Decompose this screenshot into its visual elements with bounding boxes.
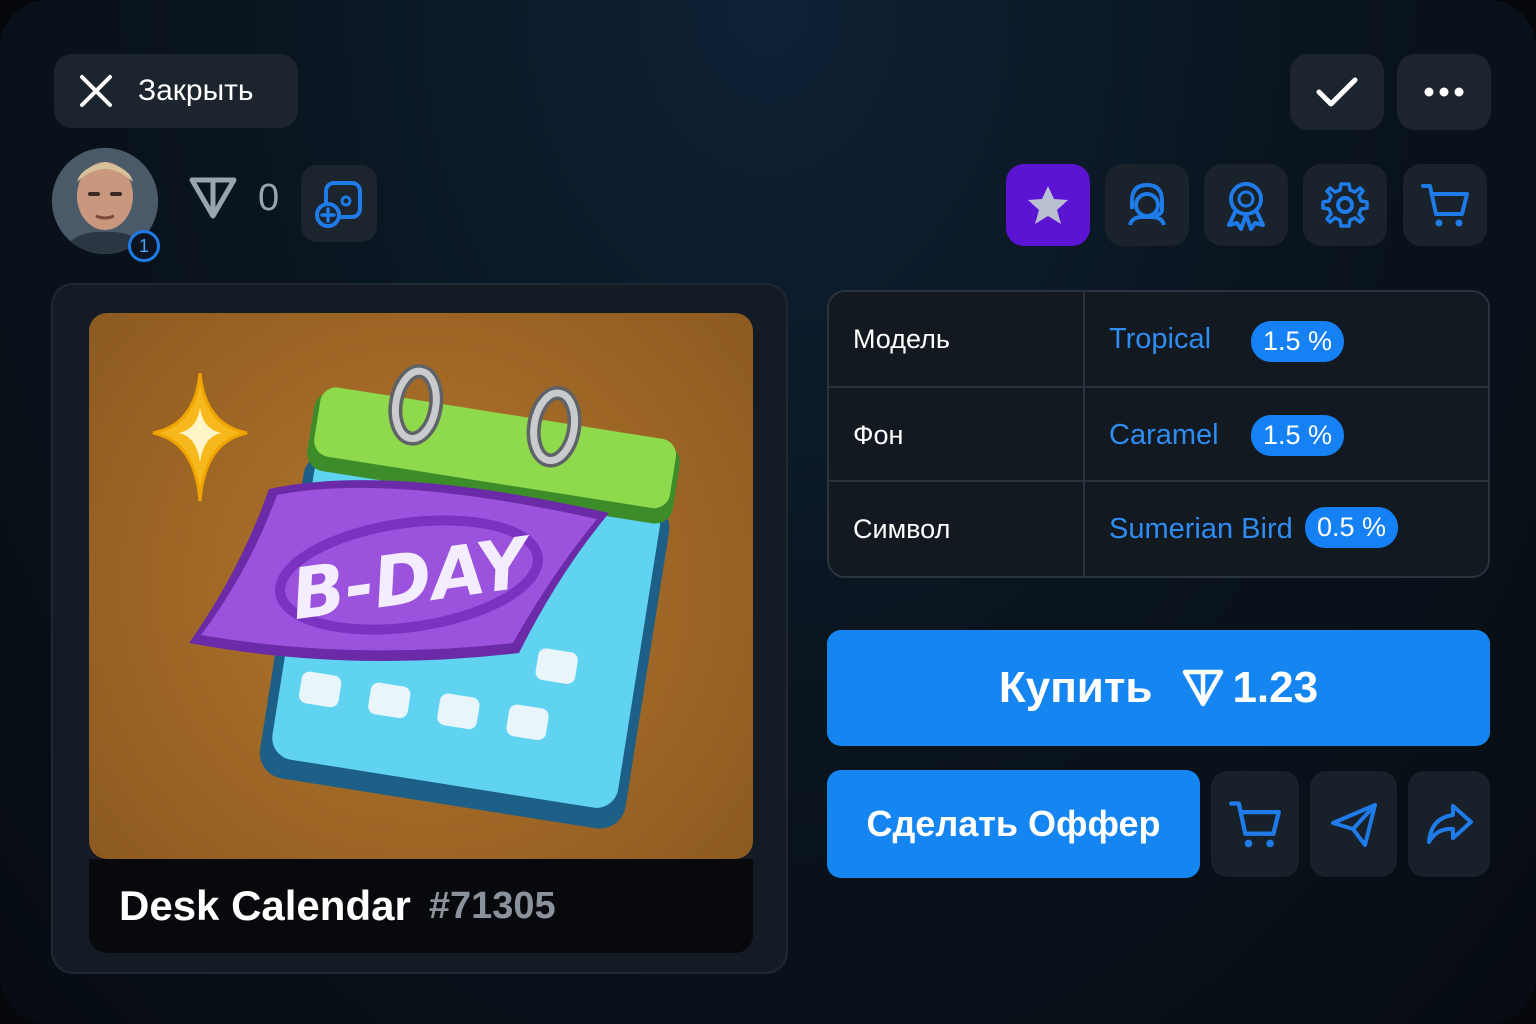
close-button[interactable]: Закрыть: [54, 54, 298, 128]
ton-icon: [189, 177, 237, 219]
award-icon: [1227, 182, 1265, 231]
attribute-key: Модель: [829, 292, 1085, 386]
make-offer-button[interactable]: Сделать Оффер: [827, 770, 1200, 878]
attribute-key: Фон: [829, 388, 1085, 482]
support-icon: [1128, 182, 1166, 226]
send-button[interactable]: [1310, 771, 1397, 877]
ton-balance-value: 0: [258, 176, 280, 219]
share-button[interactable]: [1408, 771, 1490, 877]
attribute-value-cell: Caramel 1.5 %: [1085, 388, 1488, 482]
support-button[interactable]: [1105, 164, 1189, 246]
attribute-value[interactable]: Sumerian Bird: [1109, 513, 1293, 546]
attribute-value[interactable]: Tropical: [1109, 323, 1211, 356]
buy-button[interactable]: Купить 1.23: [827, 630, 1490, 746]
attribute-value[interactable]: Caramel: [1109, 419, 1219, 452]
rarity-badge: 0.5 %: [1305, 507, 1399, 548]
share-icon: [1427, 804, 1473, 844]
favorite-button[interactable]: [1006, 164, 1090, 246]
buy-price-value: 1.23: [1232, 663, 1319, 712]
attribute-row-symbol: Символ Sumerian Bird 0.5 %: [829, 480, 1488, 576]
avatar-badge: 1: [128, 230, 160, 262]
checkmark-icon: [1316, 77, 1358, 107]
settings-button[interactable]: [1303, 164, 1387, 246]
send-icon: [1330, 803, 1377, 847]
confirm-button[interactable]: [1290, 54, 1384, 130]
gift-add-icon: [315, 180, 362, 228]
gift-name: Desk Calendar: [119, 882, 411, 929]
gift-window: Закрыть 1 0 B-DAY Desk Calendar #71305 М…: [0, 0, 1536, 1024]
rarity-badge: 1.5 %: [1251, 415, 1345, 456]
attribute-row-background: Фон Caramel 1.5 %: [829, 386, 1488, 482]
close-icon: [80, 75, 112, 107]
close-label: Закрыть: [138, 74, 254, 107]
gift-image: B-DAY: [89, 313, 753, 859]
cart-icon: [1229, 801, 1281, 848]
award-button[interactable]: [1204, 164, 1288, 246]
buy-price: 1.23: [1182, 663, 1318, 713]
rarity-badge: 1.5 %: [1251, 321, 1345, 362]
gear-icon: [1321, 182, 1369, 228]
attribute-value-cell: Tropical 1.5 %: [1085, 292, 1488, 386]
cart-button[interactable]: [1403, 164, 1487, 246]
buy-label: Купить: [998, 663, 1153, 712]
gift-caption: Desk Calendar #71305: [89, 859, 753, 953]
more-icon: [1424, 87, 1464, 97]
attributes-table: Модель Tropical 1.5 % Фон Caramel 1.5 % …: [827, 290, 1490, 578]
attribute-value-cell: Sumerian Bird 0.5 %: [1085, 482, 1488, 576]
gift-card: B-DAY Desk Calendar #71305: [51, 283, 788, 974]
attribute-key: Символ: [829, 482, 1085, 576]
gift-number: #71305: [428, 884, 556, 927]
calendar-illustration: B-DAY: [152, 364, 680, 829]
cart-icon: [1421, 184, 1469, 227]
star-icon: [1028, 186, 1068, 224]
ton-balance: 0: [188, 176, 279, 220]
attribute-row-model: Модель Tropical 1.5 %: [829, 292, 1488, 386]
add-to-cart-button[interactable]: [1211, 771, 1299, 877]
add-gift-button[interactable]: [301, 165, 377, 242]
ton-icon: [1183, 669, 1224, 707]
more-button[interactable]: [1397, 54, 1491, 130]
